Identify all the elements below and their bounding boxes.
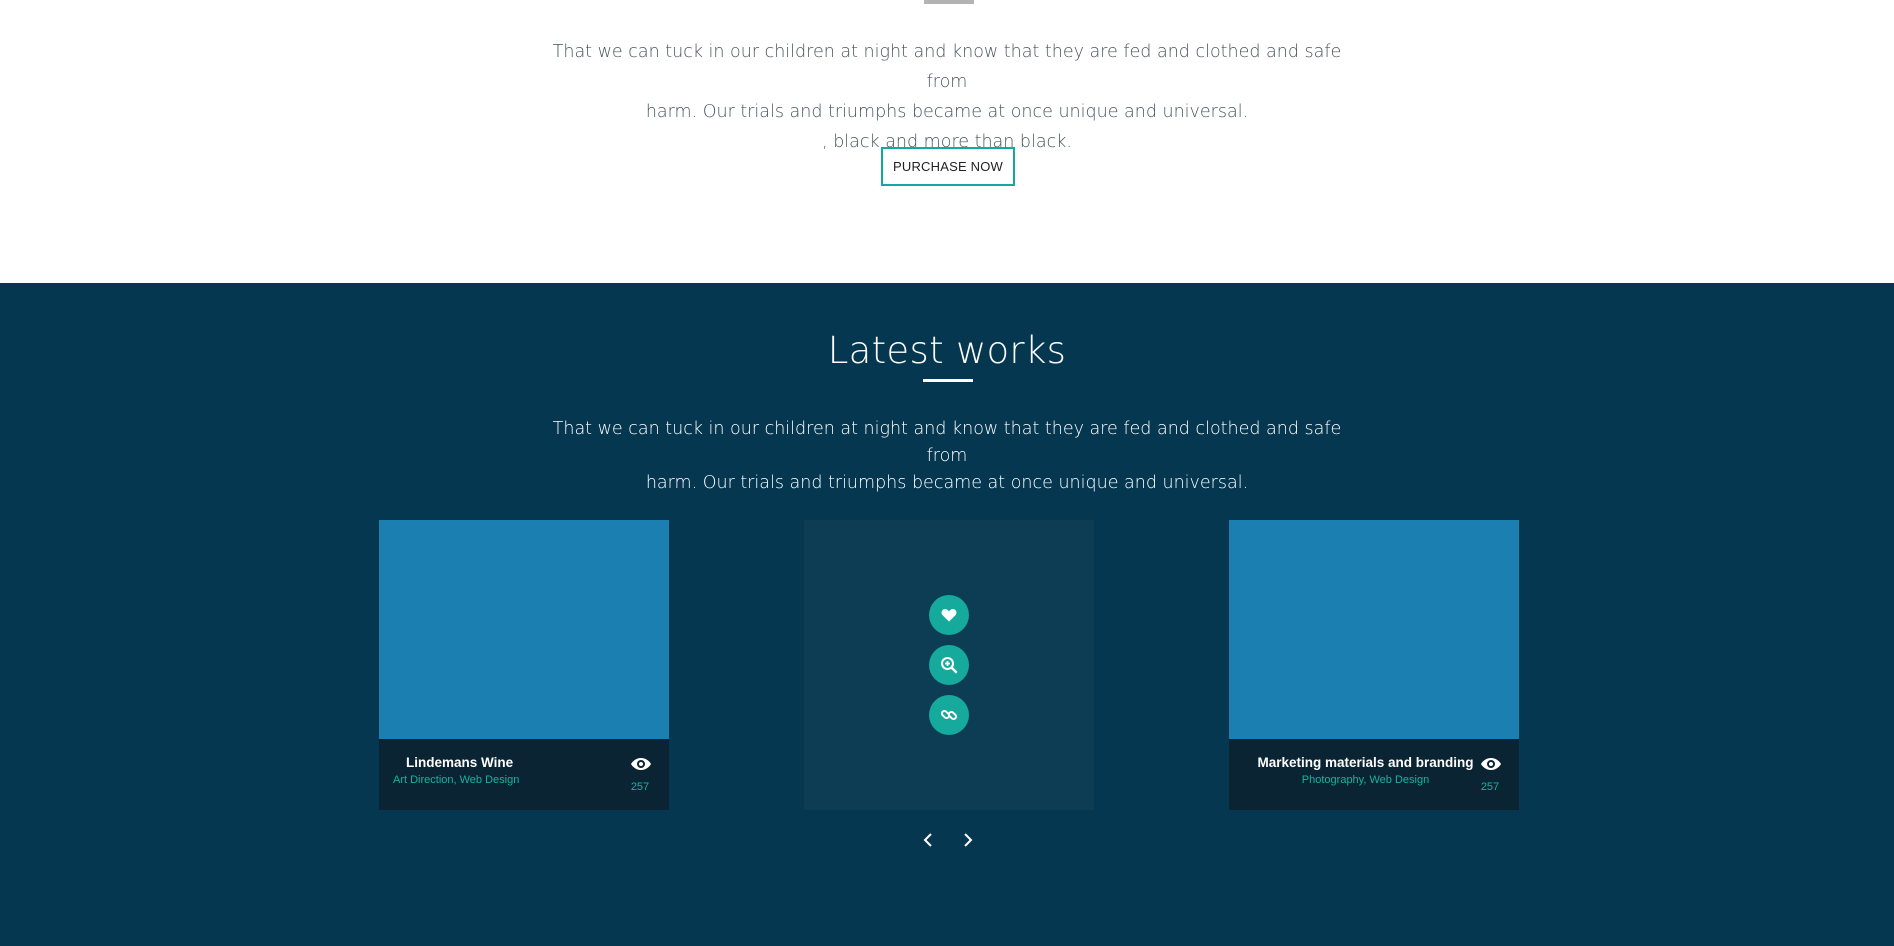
works-line: harm. Our trials and triumphs became at … [645, 473, 1249, 493]
card-caption: Marketing materials and branding Photogr… [1229, 739, 1519, 810]
chevron-left-icon [923, 833, 932, 847]
intro-line: That we can tuck in our children at nigh… [552, 42, 1342, 92]
intro-text: That we can tuck in our children at nigh… [547, 37, 1347, 157]
work-card-lindemans-wine[interactable]: Lindemans Wine Art Direction, Web Design… [379, 520, 669, 810]
zoom-button[interactable] [929, 645, 969, 685]
card-categories[interactable]: Art Direction, Web Design [393, 774, 519, 786]
zoom-in-icon [941, 657, 958, 674]
view-count: 257 [1480, 781, 1500, 793]
work-card-hover[interactable] [804, 520, 1094, 810]
intro-section: That we can tuck in our children at nigh… [0, 0, 1894, 283]
link-icon [940, 709, 958, 721]
works-description: That we can tuck in our children at nigh… [547, 416, 1347, 497]
carousel-prev-button[interactable] [918, 830, 938, 850]
card-title[interactable]: Lindemans Wine [406, 755, 513, 770]
work-card-marketing-materials[interactable]: Marketing materials and branding Photogr… [1229, 520, 1519, 810]
work-thumbnail[interactable] [1229, 520, 1519, 739]
link-button[interactable] [929, 695, 969, 735]
card-categories[interactable]: Photography, Web Design [1243, 774, 1488, 786]
section-title: Latest works [827, 329, 1067, 372]
purchase-now-button[interactable]: PURCHASE NOW [881, 147, 1015, 186]
heart-icon [941, 608, 957, 622]
view-count: 257 [630, 781, 650, 793]
eye-icon [1481, 758, 1501, 770]
card-title[interactable]: Marketing materials and branding [1243, 755, 1488, 770]
section-divider [924, 0, 974, 4]
carousel-next-button[interactable] [958, 830, 978, 850]
work-thumbnail[interactable] [379, 520, 669, 739]
title-underline [923, 379, 973, 382]
card-caption: Lindemans Wine Art Direction, Web Design… [379, 739, 669, 810]
chevron-right-icon [964, 833, 973, 847]
works-line: That we can tuck in our children at nigh… [552, 419, 1342, 466]
like-button[interactable] [929, 595, 969, 635]
intro-line: harm. Our trials and triumphs became at … [645, 102, 1249, 122]
eye-icon [631, 758, 651, 770]
